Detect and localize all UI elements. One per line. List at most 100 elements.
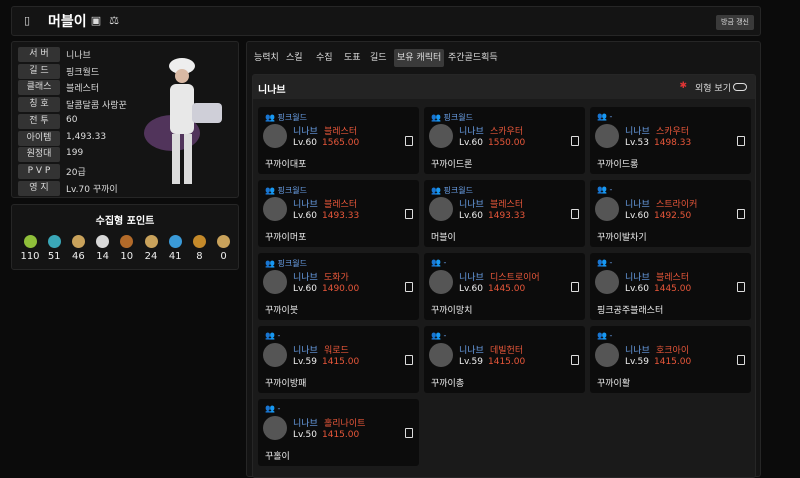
point-count: 0 bbox=[220, 251, 227, 262]
card-guild: 👥 핑크월드 bbox=[431, 113, 473, 122]
card-server: 니나브 bbox=[459, 346, 484, 356]
id-card-icon[interactable]: ▣ bbox=[90, 14, 102, 28]
profile-row-label: 전 투 bbox=[18, 113, 60, 129]
card-nickname: 꾸까이머포 bbox=[265, 233, 307, 243]
card-guild: 👥 - bbox=[265, 404, 281, 413]
card-level: Lv.53 bbox=[625, 138, 649, 148]
character-card[interactable]: 👥 - 니나브 블레스터 Lv.60 1445.00 핑크공주블래스터 bbox=[590, 253, 751, 320]
card-level: Lv.60 bbox=[459, 211, 483, 221]
tab-item[interactable]: 능력치 bbox=[254, 49, 279, 67]
point-item[interactable]: 110 bbox=[20, 235, 40, 262]
point-item[interactable]: 10 bbox=[117, 235, 137, 262]
point-item[interactable]: 51 bbox=[44, 235, 64, 262]
character-card[interactable]: 👥 핑크월드 니나브 블레스터 Lv.60 1493.33 머블이 bbox=[424, 180, 585, 247]
scales-icon[interactable]: ⚖ bbox=[108, 14, 120, 28]
point-item[interactable]: 41 bbox=[165, 235, 185, 262]
card-class: 호크아이 bbox=[656, 346, 690, 356]
character-card[interactable]: 👥 - 니나브 스카우터 Lv.53 1498.33 꾸까이드롱 bbox=[590, 107, 751, 174]
character-portrait bbox=[429, 270, 453, 294]
copy-icon[interactable] bbox=[571, 209, 579, 219]
character-card[interactable]: 👥 핑크월드 니나브 스카우터 Lv.60 1550.00 꾸까이드론 bbox=[424, 107, 585, 174]
card-server: 니나브 bbox=[625, 273, 650, 283]
copy-icon[interactable] bbox=[405, 282, 413, 292]
character-card[interactable]: 👥 - 니나브 디스트로이어 Lv.60 1445.00 꾸까이망치 bbox=[424, 253, 585, 320]
character-portrait bbox=[263, 343, 287, 367]
card-nickname: 꾸까이망치 bbox=[431, 306, 473, 316]
point-count: 24 bbox=[144, 251, 158, 262]
copy-icon[interactable] bbox=[405, 136, 413, 146]
card-guild: 👥 핑크월드 bbox=[265, 113, 307, 122]
point-count: 51 bbox=[47, 251, 61, 262]
card-level: Lv.60 bbox=[293, 211, 317, 221]
card-class: 워로드 bbox=[324, 346, 349, 356]
character-card[interactable]: 👥 핑크월드 니나브 블레스터 Lv.60 1565.00 꾸까이대포 bbox=[258, 107, 419, 174]
card-guild: 👥 - bbox=[597, 258, 613, 267]
tab-item[interactable]: 보유 캐릭터 bbox=[394, 49, 445, 67]
copy-icon[interactable] bbox=[571, 136, 579, 146]
copy-icon[interactable] bbox=[405, 428, 413, 438]
copy-icon[interactable] bbox=[737, 355, 745, 365]
card-nickname: 꾸홀이 bbox=[265, 452, 290, 462]
compass-icon bbox=[217, 235, 231, 248]
point-item[interactable]: 0 bbox=[214, 235, 234, 262]
point-item[interactable]: 14 bbox=[93, 235, 113, 262]
card-nickname: 꾸까이총 bbox=[431, 379, 465, 389]
look-label: 외형 보기 bbox=[695, 84, 731, 94]
card-guild: 👥 핑크월드 bbox=[265, 259, 307, 268]
tab-item[interactable]: 스킬 bbox=[286, 49, 303, 67]
copy-icon[interactable] bbox=[571, 355, 579, 365]
point-item[interactable]: 8 bbox=[189, 235, 209, 262]
character-card[interactable]: 👥 - 니나브 워로드 Lv.59 1415.00 꾸까이방패 bbox=[258, 326, 419, 393]
bookmark-icon[interactable]: ▯ bbox=[21, 14, 33, 28]
profile-row-label: 길 드 bbox=[18, 63, 60, 79]
card-server: 니나브 bbox=[293, 346, 318, 356]
card-nickname: 핑크공주블래스터 bbox=[597, 306, 664, 316]
look-toggle[interactable] bbox=[733, 83, 747, 91]
copy-icon[interactable] bbox=[571, 282, 579, 292]
point-item[interactable]: 24 bbox=[141, 235, 161, 262]
card-class: 데빌헌터 bbox=[490, 346, 524, 356]
card-item-level: 1445.00 bbox=[488, 284, 526, 294]
card-class: 도화가 bbox=[324, 273, 349, 283]
copy-icon[interactable] bbox=[737, 136, 745, 146]
point-item[interactable]: 46 bbox=[68, 235, 88, 262]
character-card[interactable]: 👥 - 니나브 데빌헌터 Lv.59 1415.00 꾸까이총 bbox=[424, 326, 585, 393]
card-nickname: 꾸까이드론 bbox=[431, 160, 473, 170]
profile-row-value: 1,493.33 bbox=[66, 131, 107, 142]
character-card[interactable]: 👥 - 니나브 홀리나이트 Lv.50 1415.00 꾸홀이 bbox=[258, 399, 419, 466]
card-server: 니나브 bbox=[625, 346, 650, 356]
tab-item[interactable]: 주간골드획득 bbox=[448, 49, 498, 67]
card-nickname: 꾸까이활 bbox=[597, 379, 631, 389]
character-portrait bbox=[263, 270, 287, 294]
tab-item[interactable]: 도표 bbox=[344, 49, 361, 67]
character-card[interactable]: 👥 핑크월드 니나브 블레스터 Lv.60 1493.33 꾸까이머포 bbox=[258, 180, 419, 247]
copy-icon[interactable] bbox=[737, 282, 745, 292]
character-card[interactable]: 👥 - 니나브 스트라이커 Lv.60 1492.50 꾸까이발차기 bbox=[590, 180, 751, 247]
characters-panel: 니나브 ✱ 외형 보기 👥 핑크월드 니나브 블레스터 Lv.60 1565.00 꾸까이… bbox=[252, 74, 756, 478]
tab-item[interactable]: 길드 bbox=[370, 49, 387, 67]
card-server: 니나브 bbox=[293, 419, 318, 429]
panel-header: 니나브 ✱ 외형 보기 bbox=[253, 75, 755, 99]
map-icon bbox=[71, 235, 85, 248]
card-class: 디스트로이어 bbox=[490, 273, 540, 283]
card-server: 니나브 bbox=[459, 127, 484, 137]
points-title: 수집형 포인트 bbox=[95, 216, 155, 227]
card-nickname: 머블이 bbox=[431, 233, 456, 243]
panel-server-name: 니나브 bbox=[258, 85, 286, 96]
profile-row-value: 60 bbox=[66, 114, 78, 125]
point-count: 41 bbox=[168, 251, 182, 262]
copy-icon[interactable] bbox=[405, 355, 413, 365]
tab-item[interactable]: 수집 bbox=[316, 49, 333, 67]
profile-row-value: 20급 bbox=[66, 167, 86, 178]
heart-icon bbox=[96, 235, 110, 248]
copy-icon[interactable] bbox=[737, 209, 745, 219]
character-card[interactable]: 👥 - 니나브 호크아이 Lv.59 1415.00 꾸까이활 bbox=[590, 326, 751, 393]
profile-row-label: 클래스 bbox=[18, 80, 60, 96]
profile-row-label: 영 지 bbox=[18, 180, 60, 196]
card-level: Lv.59 bbox=[293, 357, 317, 367]
character-card[interactable]: 👥 핑크월드 니나브 도화가 Lv.60 1490.00 꾸까이붓 bbox=[258, 253, 419, 320]
card-server: 니나브 bbox=[459, 200, 484, 210]
copy-icon[interactable] bbox=[405, 209, 413, 219]
refresh-button[interactable]: 방금 갱신 bbox=[716, 15, 754, 30]
main-panel: 능력치 스킬 수집 도표 길드 보유 캐릭터 주간골드획득 니나브 ✱ 외형 보기 👥 핑크… bbox=[246, 41, 761, 478]
